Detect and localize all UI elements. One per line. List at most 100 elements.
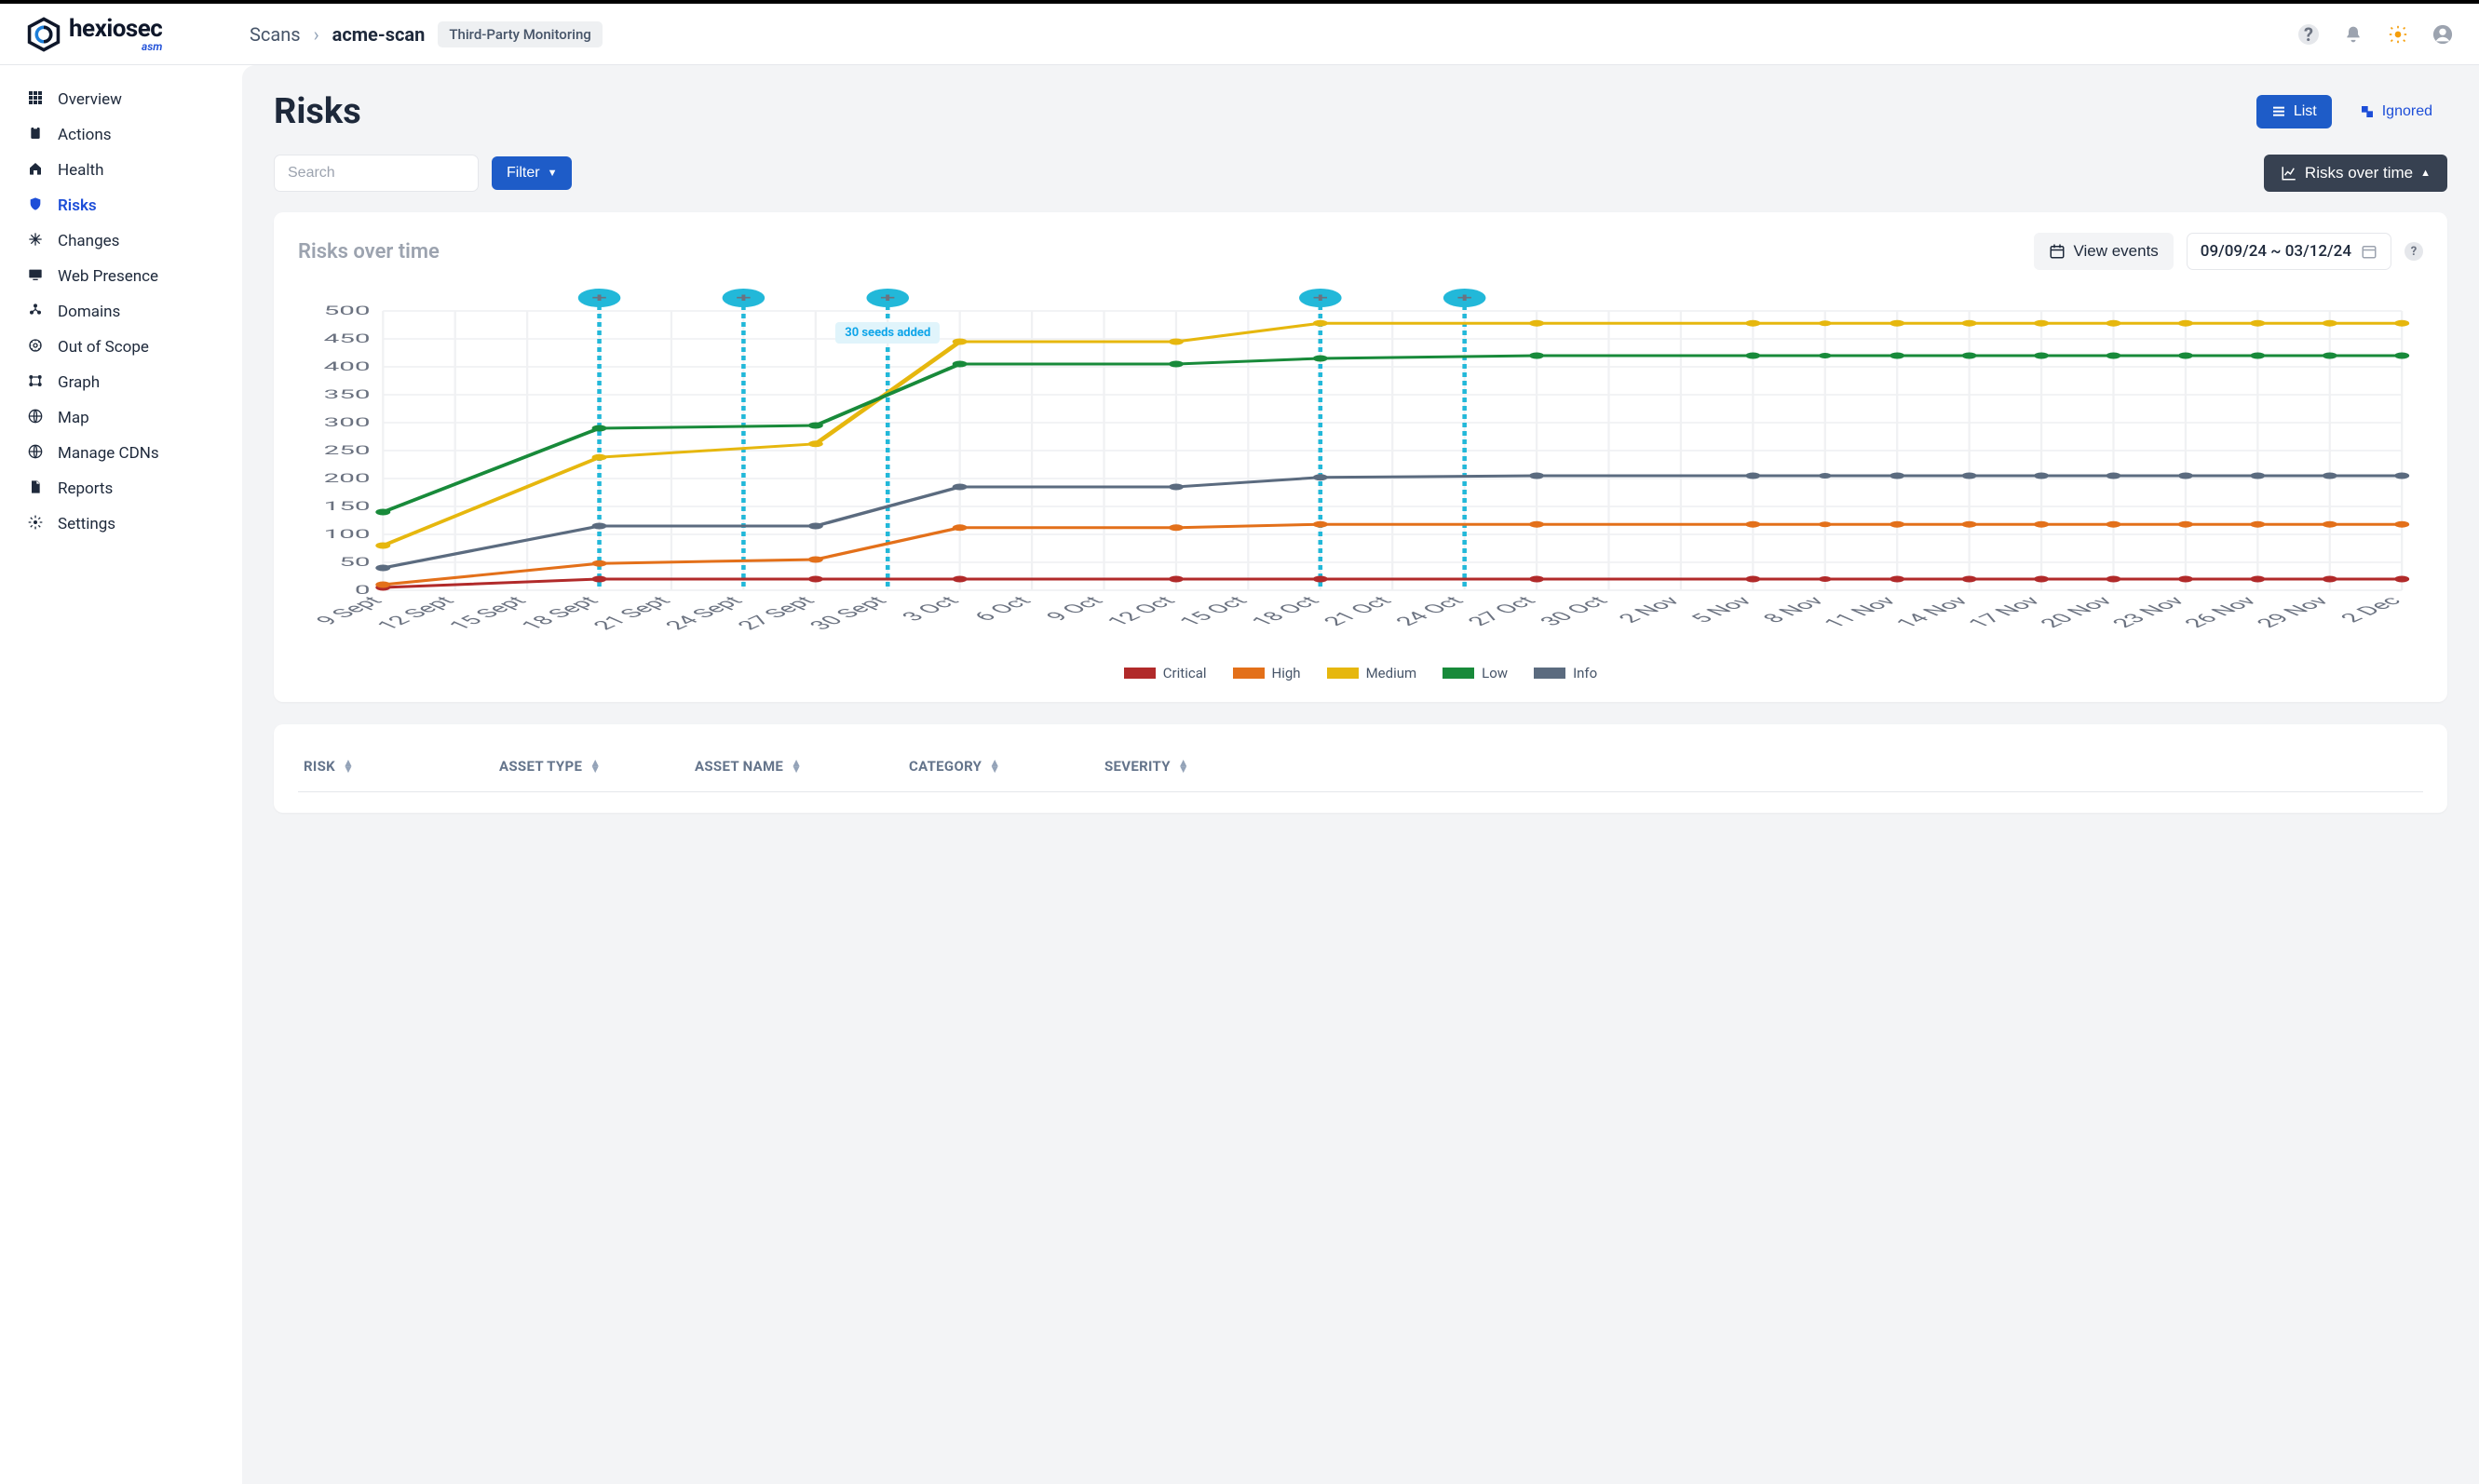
svg-text:14 Nov: 14 Nov — [1890, 594, 1974, 631]
svg-text:12 Oct: 12 Oct — [1102, 594, 1182, 629]
list-view-button[interactable]: List — [2256, 95, 2332, 128]
filter-button[interactable]: Filter ▼ — [492, 156, 572, 190]
ignored-button[interactable]: Ignored — [2345, 95, 2447, 128]
th-category[interactable]: CATEGORY▲▼ — [909, 758, 1049, 775]
svg-text:24 Oct: 24 Oct — [1389, 594, 1470, 629]
nav-icon — [26, 444, 45, 463]
hexiosec-logo-icon — [26, 17, 61, 52]
svg-text:+: + — [1313, 290, 1328, 304]
legend-item-info[interactable]: Info — [1534, 665, 1597, 681]
sidebar-item-changes[interactable]: Changes — [9, 223, 233, 259]
risks-over-time-label: Risks over time — [2305, 164, 2413, 182]
nav-label: Changes — [58, 232, 119, 250]
svg-text:15 Sept: 15 Sept — [443, 594, 533, 633]
svg-text:27 Sept: 27 Sept — [732, 594, 821, 633]
sidebar-item-map[interactable]: Map — [9, 400, 233, 436]
sidebar-item-risks[interactable]: Risks — [9, 188, 233, 223]
sort-icon: ▲▼ — [343, 760, 354, 773]
svg-text:20 Nov: 20 Nov — [2035, 594, 2119, 631]
ignored-icon — [2360, 104, 2375, 119]
sidebar-item-actions[interactable]: Actions — [9, 117, 233, 153]
view-events-button[interactable]: View events — [2034, 233, 2173, 270]
nav-icon — [26, 338, 45, 357]
help-icon[interactable]: ? — [2298, 24, 2319, 45]
svg-text:+: + — [880, 290, 895, 304]
svg-text:+: + — [736, 290, 751, 304]
date-range-picker[interactable]: 09/09/24 ~ 03/12/24 — [2187, 233, 2391, 270]
svg-text:6 Oct: 6 Oct — [969, 594, 1037, 624]
sidebar-item-overview[interactable]: Overview — [9, 82, 233, 117]
chart-help-icon[interactable]: ? — [2404, 242, 2423, 261]
scan-type-badge: Third-Party Monitoring — [438, 21, 602, 47]
svg-text:24 Sept: 24 Sept — [659, 594, 749, 633]
sort-icon: ▲▼ — [989, 760, 1000, 773]
list-icon — [2271, 104, 2286, 119]
svg-text:2 Nov: 2 Nov — [1613, 594, 1687, 626]
sidebar-item-domains[interactable]: Domains — [9, 294, 233, 330]
search-input[interactable] — [274, 155, 479, 192]
svg-text:2 Dec: 2 Dec — [2335, 594, 2407, 626]
nav-icon — [26, 515, 45, 533]
view-events-label: View events — [2073, 242, 2158, 261]
th-risk[interactable]: RISK▲▼ — [304, 758, 443, 775]
svg-text:12 Sept: 12 Sept — [372, 594, 461, 633]
svg-text:3 Oct: 3 Oct — [896, 594, 965, 624]
svg-text:26 Nov: 26 Nov — [2178, 594, 2262, 631]
svg-text:5 Nov: 5 Nov — [1685, 594, 1758, 626]
sidebar-item-web-presence[interactable]: Web Presence — [9, 259, 233, 294]
legend-item-low[interactable]: Low — [1443, 665, 1508, 681]
filter-label: Filter — [507, 165, 540, 182]
nav-label: Manage CDNs — [58, 444, 159, 463]
breadcrumb-root[interactable]: Scans — [250, 23, 301, 46]
chart-annotation-tooltip: 30 seeds added — [835, 322, 940, 344]
chevron-up-icon: ▲ — [2420, 168, 2431, 179]
svg-text:23 Nov: 23 Nov — [2106, 594, 2190, 631]
bell-icon[interactable] — [2343, 24, 2364, 45]
user-avatar-icon[interactable] — [2432, 24, 2453, 45]
page-title: Risks — [274, 91, 361, 132]
legend-item-high[interactable]: High — [1233, 665, 1301, 681]
brand-sub: asm — [142, 41, 162, 52]
svg-text:400: 400 — [324, 359, 371, 373]
brand-logo[interactable]: hexiosec asm — [26, 17, 250, 52]
svg-text:350: 350 — [324, 387, 371, 401]
nav-icon — [26, 161, 45, 180]
nav-icon — [26, 303, 45, 321]
chart-title: Risks over time — [298, 240, 440, 263]
risks-over-time-toggle[interactable]: Risks over time ▲ — [2264, 155, 2447, 192]
svg-text:11 Nov: 11 Nov — [1818, 594, 1902, 631]
sidebar-item-out-of-scope[interactable]: Out of Scope — [9, 330, 233, 365]
sidebar-item-settings[interactable]: Settings — [9, 506, 233, 542]
legend-item-critical[interactable]: Critical — [1124, 665, 1207, 681]
th-severity[interactable]: SEVERITY▲▼ — [1104, 758, 1244, 775]
th-asset-type[interactable]: ASSET TYPE▲▼ — [499, 758, 639, 775]
nav-label: Web Presence — [58, 267, 158, 286]
calendar-outline-icon — [2361, 243, 2377, 260]
svg-text:21 Sept: 21 Sept — [588, 594, 677, 633]
nav-icon — [26, 232, 45, 250]
main-content: Risks List Ignored Filter ▼ — [242, 65, 2479, 1484]
nav-label: Out of Scope — [58, 338, 149, 357]
breadcrumb-current[interactable]: acme-scan — [332, 23, 426, 46]
svg-text:50: 50 — [339, 555, 370, 569]
sidebar-item-health[interactable]: Health — [9, 153, 233, 188]
sidebar: OverviewActions Health Risks Changes Web Pre… — [0, 65, 242, 1484]
sidebar-item-manage-cdns[interactable]: Manage CDNs — [9, 436, 233, 471]
legend-item-medium[interactable]: Medium — [1327, 665, 1417, 681]
sidebar-item-reports[interactable]: Reports — [9, 471, 233, 506]
svg-text:9 Oct: 9 Oct — [1040, 594, 1109, 624]
svg-text:500: 500 — [324, 304, 371, 317]
svg-text:250: 250 — [324, 443, 371, 457]
ignored-label: Ignored — [2382, 103, 2432, 120]
theme-toggle-icon[interactable] — [2388, 24, 2408, 45]
chart-area: 0501001502002503003504004505009 Sept12 S… — [298, 283, 2423, 650]
chevron-down-icon: ▼ — [548, 168, 558, 179]
nav-label: Health — [58, 161, 103, 180]
svg-text:200: 200 — [324, 471, 371, 485]
brand-name: hexiosec — [69, 17, 162, 41]
th-asset-name[interactable]: ASSET NAME▲▼ — [695, 758, 853, 775]
svg-text:21 Oct: 21 Oct — [1318, 594, 1398, 629]
sidebar-item-graph[interactable]: Graph — [9, 365, 233, 400]
chart-legend: Critical High Medium Low Info — [298, 665, 2423, 681]
table-header-row: RISK▲▼ ASSET TYPE▲▼ ASSET NAME▲▼ CATEGOR… — [298, 745, 2423, 792]
